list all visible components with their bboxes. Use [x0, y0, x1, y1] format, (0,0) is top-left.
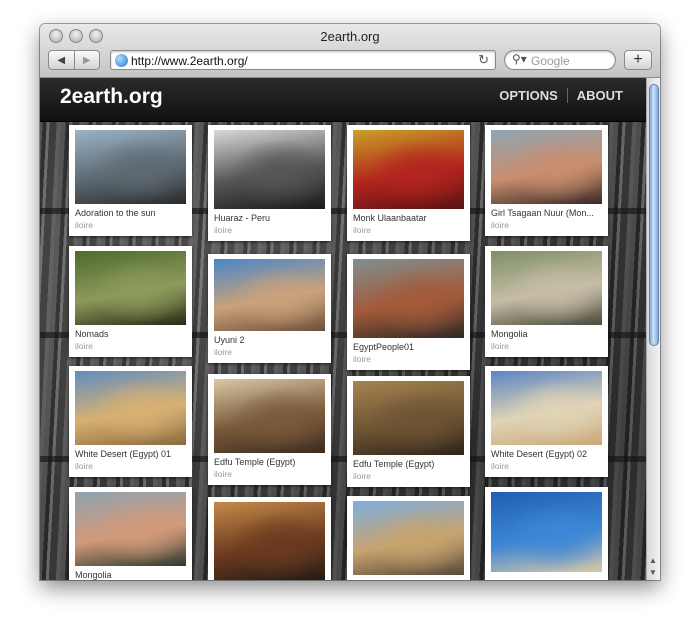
- title-bar: 2earth.org ◀ ▶ http://www.2earth.org/ ↻ …: [40, 24, 660, 78]
- photo-card[interactable]: EgyptPeople01 iloire: [347, 254, 470, 370]
- photo-thumbnail[interactable]: [353, 381, 464, 455]
- photo-card[interactable]: White Desert (Egypt) 02 iloire: [485, 366, 608, 477]
- photo-author[interactable]: iloire: [75, 220, 186, 230]
- photo-title[interactable]: Huaraz - Peru: [214, 213, 325, 223]
- photo-title[interactable]: EgyptPeople01: [353, 342, 464, 352]
- photo-card[interactable]: Mongoliailoire: [69, 487, 192, 580]
- photo-author[interactable]: iloire: [75, 341, 186, 351]
- photo-title[interactable]: Mongolia: [75, 570, 186, 580]
- scroll-down-arrow[interactable]: ▼: [649, 568, 657, 577]
- photo-thumbnail[interactable]: [75, 251, 186, 325]
- photo-thumbnail[interactable]: [214, 130, 325, 209]
- site-header: 2earth.org OPTIONS ABOUT: [40, 78, 646, 122]
- photo-title[interactable]: Edfu Temple (Egypt): [353, 459, 464, 469]
- photo-card[interactable]: Girl Tsagaan Nuur (Mon... iloire: [485, 125, 608, 236]
- photo-thumbnail[interactable]: [491, 371, 602, 445]
- photo-thumbnail[interactable]: [75, 492, 186, 566]
- nav-options[interactable]: OPTIONS: [490, 88, 567, 103]
- address-text: http://www.2earth.org/: [131, 54, 248, 68]
- photo-card[interactable]: [485, 487, 608, 580]
- photo-card[interactable]: Edfu Temple (Egypt) iloire: [208, 374, 331, 485]
- photo-author[interactable]: iloire: [214, 225, 325, 235]
- globe-icon: [115, 54, 128, 67]
- browser-window: 2earth.org ◀ ▶ http://www.2earth.org/ ↻ …: [40, 24, 660, 580]
- photo-thumbnail[interactable]: [353, 501, 464, 575]
- photo-title[interactable]: Mongolia: [491, 329, 602, 339]
- photo-author[interactable]: iloire: [353, 471, 464, 481]
- photo-thumbnail[interactable]: [491, 130, 602, 204]
- photo-author[interactable]: iloire: [214, 347, 325, 357]
- photo-card[interactable]: White Desert (Egypt) 01 iloire: [69, 366, 192, 477]
- photo-title[interactable]: Girl Tsagaan Nuur (Mon...: [491, 208, 602, 218]
- nav-about[interactable]: ABOUT: [566, 88, 632, 103]
- photo-title[interactable]: White Desert (Egypt) 02: [491, 449, 602, 459]
- reload-button[interactable]: ↻: [478, 52, 489, 68]
- scrollbar-thumb[interactable]: [649, 84, 659, 346]
- photo-card[interactable]: [208, 497, 331, 580]
- address-bar[interactable]: http://www.2earth.org/ ↻: [110, 50, 496, 70]
- photo-thumbnail[interactable]: [353, 259, 464, 338]
- photo-author[interactable]: iloire: [353, 354, 464, 364]
- photo-author[interactable]: iloire: [214, 469, 325, 479]
- forward-button[interactable]: ▶: [73, 51, 100, 69]
- photo-title[interactable]: Nomads: [75, 329, 186, 339]
- photo-card[interactable]: Mongolia iloire: [485, 246, 608, 357]
- site-nav: OPTIONS ABOUT: [490, 88, 632, 103]
- photo-thumbnail[interactable]: [214, 502, 325, 580]
- photo-thumbnail[interactable]: [353, 130, 464, 209]
- photo-card[interactable]: [347, 496, 470, 580]
- photo-title[interactable]: Monk Ulaanbaatar: [353, 213, 464, 223]
- photo-title[interactable]: Edfu Temple (Egypt): [214, 457, 325, 467]
- photo-thumbnail[interactable]: [214, 259, 325, 331]
- photo-card[interactable]: Nomads iloire: [69, 246, 192, 357]
- photo-thumbnail[interactable]: [75, 371, 186, 445]
- photo-thumbnail[interactable]: [491, 492, 602, 572]
- search-placeholder: Google: [531, 54, 570, 68]
- photo-thumbnail[interactable]: [491, 251, 602, 325]
- back-button[interactable]: ◀: [49, 51, 74, 69]
- vertical-scrollbar[interactable]: ▲ ▼: [646, 78, 660, 580]
- photo-card[interactable]: Adoration to the sun iloire: [69, 125, 192, 236]
- photo-author[interactable]: iloire: [75, 461, 186, 471]
- search-field[interactable]: ⚲▾ Google: [504, 50, 616, 70]
- photo-title[interactable]: White Desert (Egypt) 01: [75, 449, 186, 459]
- back-forward-group: ◀ ▶: [48, 50, 100, 70]
- photo-title[interactable]: Adoration to the sun: [75, 208, 186, 218]
- scroll-up-arrow[interactable]: ▲: [649, 556, 657, 565]
- photo-card[interactable]: Edfu Temple (Egypt) iloire: [347, 376, 470, 487]
- photo-card[interactable]: Monk Ulaanbaatar iloire: [347, 125, 470, 241]
- site-logo[interactable]: 2earth.org: [60, 85, 163, 109]
- photo-card[interactable]: Uyuni 2 iloire: [208, 254, 331, 363]
- photo-thumbnail[interactable]: [75, 130, 186, 204]
- photo-author[interactable]: iloire: [353, 225, 464, 235]
- photo-author[interactable]: iloire: [491, 341, 602, 351]
- page-viewport: 2earth.org OPTIONS ABOUT Adoration to th…: [40, 78, 646, 580]
- search-icon[interactable]: ⚲▾: [512, 52, 527, 66]
- photo-card[interactable]: Huaraz - Peru iloire: [208, 125, 331, 241]
- window-title: 2earth.org: [320, 29, 380, 44]
- photo-title[interactable]: Uyuni 2: [214, 335, 325, 345]
- photo-author[interactable]: iloire: [491, 220, 602, 230]
- photo-author[interactable]: iloire: [491, 461, 602, 471]
- add-bookmark-button[interactable]: +: [624, 50, 652, 70]
- photo-thumbnail[interactable]: [214, 379, 325, 453]
